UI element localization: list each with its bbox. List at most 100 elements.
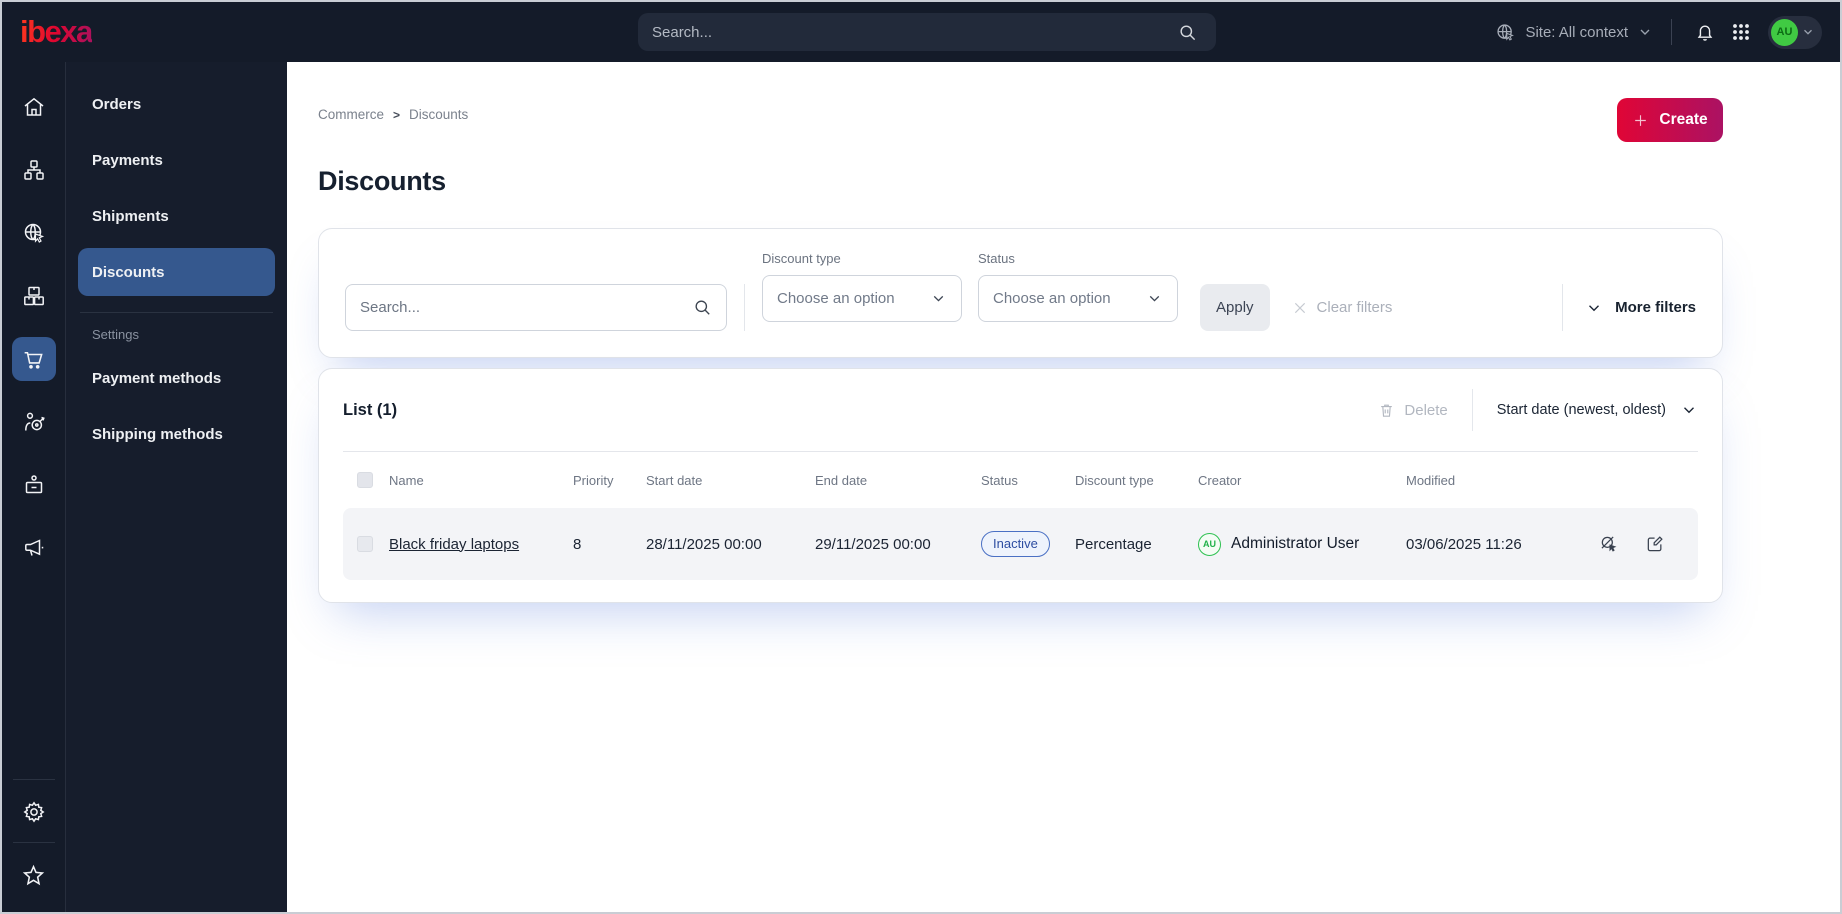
discount-type-select[interactable]: Choose an option (762, 275, 962, 322)
column-creator: Creator (1198, 472, 1242, 488)
row-end-date: 29/11/2025 00:00 (815, 535, 931, 553)
column-status: Status (981, 472, 1018, 488)
clear-filters-button[interactable]: Clear filters (1292, 284, 1393, 331)
column-modified: Modified (1406, 472, 1456, 488)
breadcrumb-commerce[interactable]: Commerce (318, 107, 384, 122)
user-menu[interactable]: AU (1768, 15, 1822, 49)
discount-type-label: Discount type (762, 251, 841, 266)
top-bar: ibexa Site: All context A (2, 2, 1840, 62)
breadcrumb-discounts: Discounts (409, 107, 469, 122)
breadcrumb-separator: > (393, 107, 401, 122)
row-checkbox[interactable] (357, 536, 373, 552)
global-search[interactable] (638, 13, 1216, 51)
customer-target-icon (22, 410, 46, 434)
column-priority: Priority (573, 472, 614, 488)
notifications-bell-icon[interactable] (1690, 17, 1720, 47)
menu-item-discounts[interactable]: Discounts (78, 248, 275, 296)
bookmarks-star-icon (21, 863, 46, 888)
column-start-date: Start date (646, 472, 703, 488)
global-search-input[interactable] (652, 23, 1172, 41)
ibexa-logo[interactable]: ibexa (20, 14, 93, 50)
chevron-down-icon (933, 295, 944, 302)
page-title: Discounts (318, 166, 446, 196)
chevron-down-icon (1640, 29, 1650, 35)
select-all-checkbox[interactable] (357, 472, 373, 488)
nav-commerce[interactable] (11, 337, 56, 381)
menu-item-shipping-methods[interactable]: Shipping methods (78, 410, 275, 458)
filter-discount-type: Discount type Choose an option (762, 251, 962, 322)
edit-icon[interactable] (1645, 534, 1665, 554)
search-icon[interactable] (693, 298, 712, 317)
creator-cell: AU Administrator User (1198, 532, 1406, 556)
delete-button[interactable]: Delete (1378, 402, 1448, 419)
site-context-label: Site: All context (1525, 23, 1628, 41)
column-end-date: End date (815, 472, 868, 488)
preview-unavailable-icon[interactable] (1599, 534, 1619, 554)
list-header-right: Delete Start date (newest, oldest) (1378, 389, 1698, 431)
nav-marketing[interactable] (12, 526, 56, 570)
menu-item-shipments[interactable]: Shipments (78, 192, 275, 240)
chevron-down-icon (1149, 295, 1160, 302)
create-button[interactable]: Create (1617, 98, 1723, 142)
nav-admin-settings[interactable] (12, 790, 56, 834)
apply-button[interactable]: Apply (1200, 284, 1270, 331)
filters-card: Discount type Choose an option Status Ch… (318, 228, 1723, 358)
status-value: Choose an option (993, 290, 1111, 307)
status-badge: Inactive (981, 531, 1050, 557)
row-discount-type: Percentage (1075, 535, 1152, 553)
clear-filters-label: Clear filters (1316, 299, 1393, 316)
row-actions (1587, 534, 1698, 554)
more-filters-label: More filters (1615, 299, 1696, 316)
breadcrumb: Commerce > Discounts (318, 107, 468, 122)
order-badge-icon (22, 473, 46, 497)
creator-avatar: AU (1198, 532, 1221, 556)
product-boxes-icon (22, 284, 46, 308)
discount-name-link[interactable]: Black friday laptops (389, 536, 573, 553)
main-header-row: Commerce > Discounts Create (318, 98, 1723, 142)
nav-bookmarks[interactable] (12, 853, 56, 897)
settings-gear-icon (22, 800, 46, 824)
trash-icon (1381, 404, 1393, 417)
menu-section-settings: Settings (92, 327, 139, 342)
status-label: Status (978, 251, 1015, 266)
nav-product-catalog[interactable] (12, 274, 56, 318)
list-search[interactable] (345, 284, 727, 331)
row-start-date: 28/11/2025 00:00 (646, 535, 762, 553)
menu-item-payment-methods[interactable]: Payment methods (78, 354, 275, 402)
nav-content[interactable] (12, 148, 56, 192)
menu-item-payments[interactable]: Payments (78, 136, 275, 184)
more-filters-button[interactable]: More filters (1585, 299, 1696, 317)
main-content: Commerce > Discounts Create Discounts Se… (287, 62, 1840, 912)
chevron-down-icon (1804, 29, 1812, 35)
clear-x-icon (1294, 302, 1305, 313)
column-discount-type: Discount type (1075, 472, 1154, 488)
table-header: Name Priority Start date End date Status… (343, 451, 1698, 508)
menu-item-orders[interactable]: Orders (78, 80, 275, 128)
list-title: List (1) (343, 400, 398, 419)
more-filters-divider (1562, 284, 1564, 331)
nav-order-management[interactable] (12, 463, 56, 507)
chevron-down-icon (1684, 407, 1694, 414)
app-window: ibexa Site: All context A (0, 0, 1842, 914)
list-search-input[interactable] (360, 299, 693, 316)
filter-status: Status Choose an option (978, 251, 1178, 322)
site-globe-cursor-icon (1495, 22, 1516, 43)
filter-divider (744, 284, 745, 331)
nav-site[interactable] (12, 211, 56, 255)
content-tree-icon (22, 158, 46, 182)
app-grid-icon[interactable] (1726, 17, 1756, 47)
nav-dashboard[interactable] (12, 85, 56, 129)
column-name: Name (389, 472, 424, 488)
marketing-megaphone-icon (22, 536, 46, 560)
search-icon[interactable] (1172, 17, 1202, 47)
nav-customers[interactable] (12, 400, 56, 444)
rail-divider (12, 779, 55, 780)
site-globe-cursor-icon (22, 221, 46, 245)
list-header: List (1) Delete Start date (newest, olde… (343, 369, 1698, 451)
status-select[interactable]: Choose an option (978, 275, 1178, 322)
sort-selector[interactable]: Start date (newest, oldest) (1497, 401, 1698, 419)
topbar-divider (1671, 19, 1672, 45)
row-priority: 8 (573, 535, 582, 553)
site-context-selector[interactable]: Site: All context (1495, 22, 1653, 43)
row-modified: 03/06/2025 11:26 (1406, 535, 1522, 553)
